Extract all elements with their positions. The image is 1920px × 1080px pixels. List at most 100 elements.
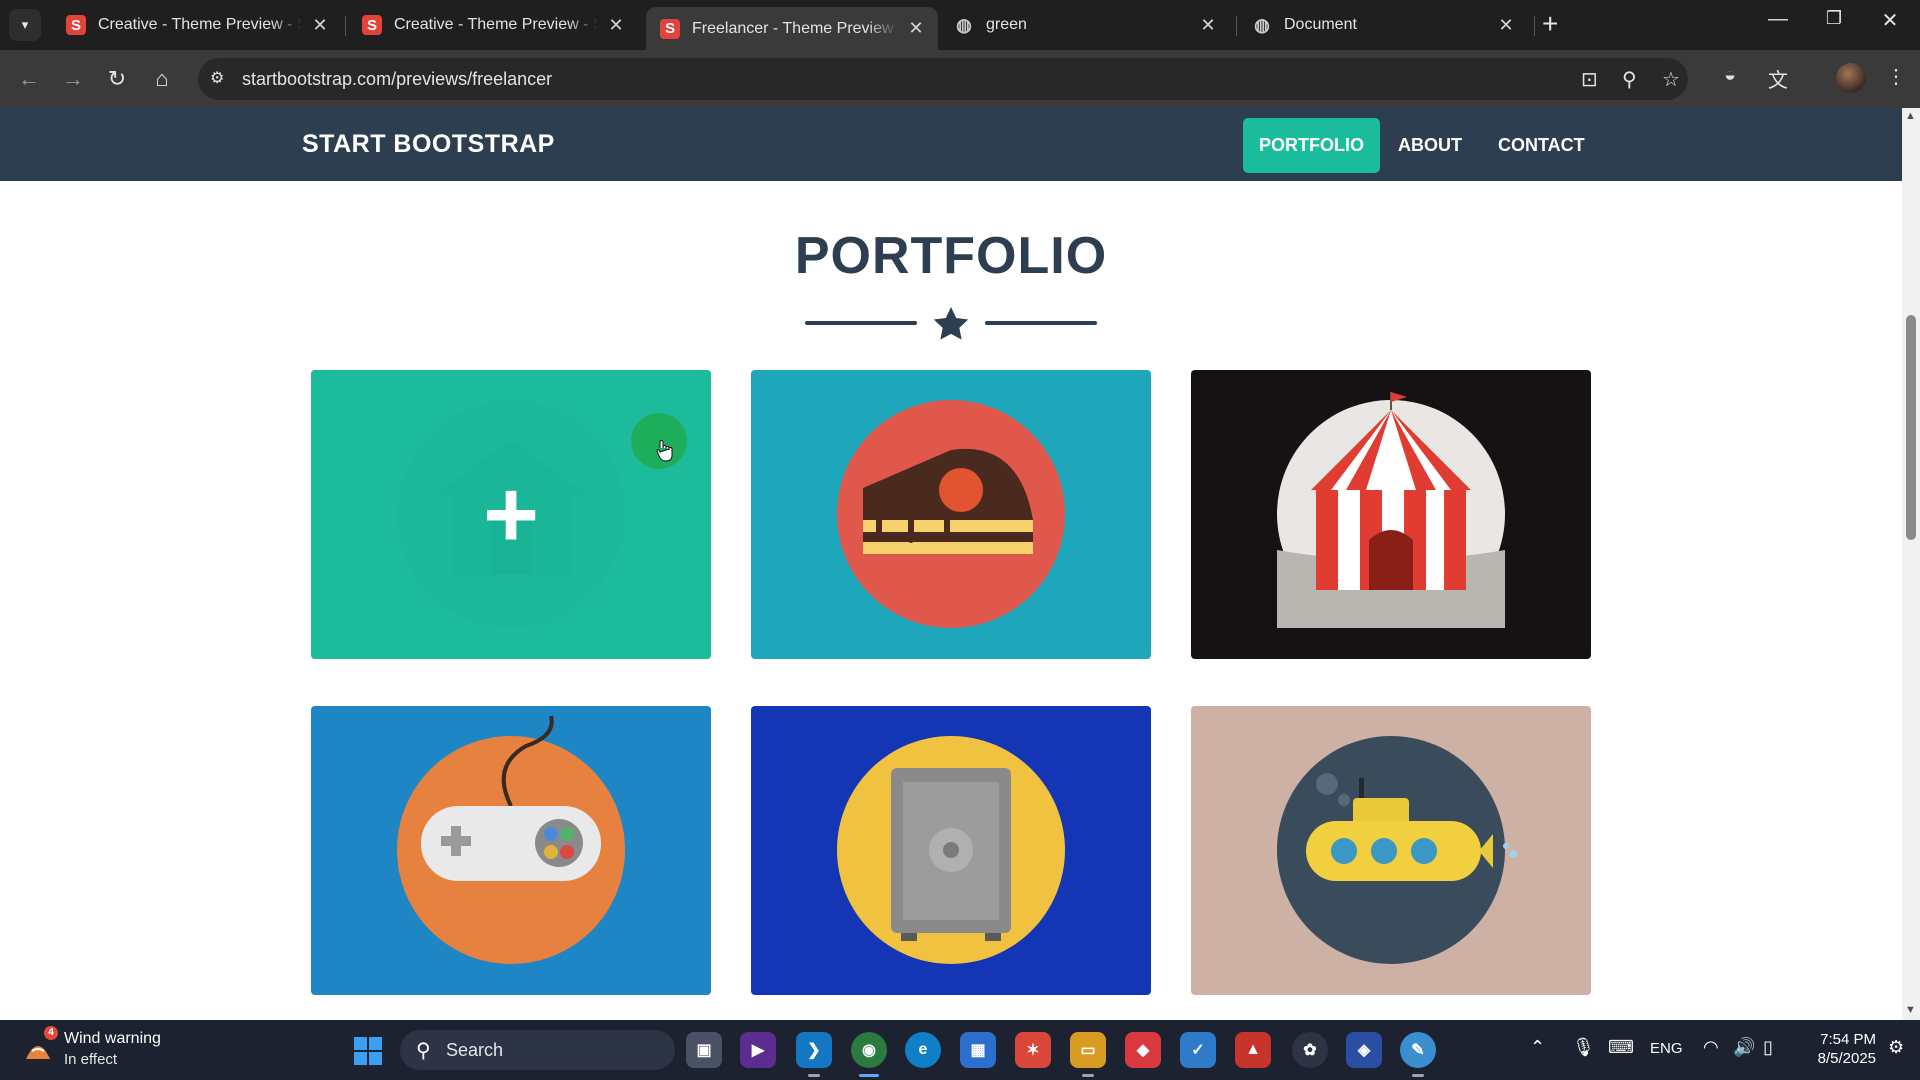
restore-icon[interactable]: ❐ — [1814, 8, 1854, 29]
bookmark-star-icon[interactable]: ☆ — [1662, 67, 1680, 92]
chatgpt-icon[interactable]: ✿ — [1292, 1032, 1328, 1068]
minimize-icon[interactable]: — — [1758, 8, 1798, 31]
close-tab-icon[interactable]: ✕ — [906, 18, 926, 39]
git-client-icon[interactable]: ✶ — [1015, 1032, 1051, 1068]
home-icon[interactable]: ⌂ — [147, 64, 177, 94]
translate-icon[interactable]: 文 — [1768, 64, 1788, 93]
microsoft-store-icon[interactable]: ▦ — [960, 1032, 996, 1068]
paint-icon[interactable]: ✎ — [1400, 1032, 1436, 1077]
portfolio-item-cake[interactable] — [751, 370, 1151, 659]
nav-link-about[interactable]: ABOUT — [1382, 118, 1478, 173]
browser-tab-3-active[interactable]: S Freelancer - Theme Preview - Start Boo… — [646, 7, 938, 50]
close-tab-icon[interactable]: ✕ — [1198, 15, 1218, 36]
cake-illustration — [837, 400, 1065, 628]
browser-tab-1[interactable]: S Creative - Theme Preview - Start Boots… — [52, 7, 342, 43]
clock-time: 7:54 PM — [1820, 1031, 1876, 1048]
close-window-icon[interactable]: ✕ — [1870, 8, 1910, 33]
globe-icon: ◍ — [956, 14, 972, 35]
tab-title: Document — [1284, 16, 1357, 33]
language-indicator[interactable]: ENG — [1650, 1040, 1683, 1057]
taskbar-search[interactable]: ⚲ Search — [400, 1030, 675, 1070]
chrome-icon[interactable]: ◉ — [851, 1032, 887, 1077]
scrollbar-thumb[interactable] — [1906, 315, 1916, 540]
site-info-icon[interactable]: ⚙ — [210, 68, 224, 88]
windows-start-icon[interactable] — [354, 1037, 382, 1065]
star-icon — [933, 307, 969, 340]
portfolio-item-circus[interactable] — [1191, 370, 1591, 659]
battery-icon[interactable]: ▯ — [1763, 1037, 1773, 1058]
browser-tab-2[interactable]: S Creative - Theme Preview - Start Boots… — [348, 7, 638, 43]
browser-tab-5[interactable]: ◍ Document ✕ — [1238, 7, 1528, 43]
site-brand[interactable]: START BOOTSTRAP — [302, 130, 555, 159]
weather-subtitle[interactable]: In effect — [64, 1051, 117, 1068]
submarine-illustration — [1277, 736, 1517, 964]
divider-line-right — [985, 321, 1097, 325]
circus-tent-illustration — [1277, 392, 1505, 628]
search-icon: ⚲ — [416, 1040, 431, 1062]
incognito-icon[interactable]: ◒ — [1724, 64, 1736, 87]
weather-title[interactable]: Wind warning — [64, 1030, 161, 1048]
portfolio-item-game[interactable] — [311, 706, 711, 995]
tab-title: Freelancer - Theme Preview - Start Boots… — [692, 19, 898, 37]
close-tab-icon[interactable]: ✕ — [606, 15, 626, 36]
forward-icon[interactable]: → — [58, 64, 88, 94]
install-app-icon[interactable]: ⊡ — [1581, 67, 1598, 92]
visual-studio-icon[interactable]: ▶ — [740, 1032, 776, 1068]
volume-icon[interactable]: 🔊 — [1733, 1037, 1755, 1058]
site-navbar: START BOOTSTRAP PORTFOLIO ABOUT CONTACT — [0, 108, 1902, 181]
notification-icon[interactable]: ⚙ — [1888, 1037, 1904, 1058]
portfolio-item-submarine[interactable] — [1191, 706, 1591, 995]
vscode-icon[interactable]: ❯ — [796, 1032, 832, 1077]
anydesk-icon[interactable]: ◆ — [1125, 1032, 1161, 1068]
vectr-icon[interactable]: ✓ — [1180, 1032, 1216, 1068]
tab-search-button[interactable]: ▾ — [9, 9, 41, 41]
scroll-down-icon[interactable]: ▼ — [1905, 1004, 1916, 1016]
tab-separator — [1236, 16, 1237, 36]
browser-tab-bar: ▾ S Creative - Theme Preview - Start Boo… — [0, 0, 1920, 50]
game-controller-illustration — [397, 715, 625, 964]
tab-title: Creative - Theme Preview - Start Bootstr… — [394, 16, 598, 33]
wifi-icon[interactable]: ◠ — [1703, 1037, 1719, 1058]
url-text[interactable]: startbootstrap.com/previews/freelancer — [242, 69, 552, 90]
page-viewport: START BOOTSTRAP PORTFOLIO ABOUT CONTACT … — [0, 108, 1902, 1020]
menu-kebab-icon[interactable]: ⋮ — [1886, 64, 1906, 89]
tab-title: green — [986, 16, 1027, 33]
page-scrollbar[interactable]: ▲ ▼ — [1902, 108, 1920, 1020]
tab-separator — [1534, 16, 1535, 36]
clock-date: 8/5/2025 — [1817, 1050, 1876, 1067]
show-hidden-icons-icon[interactable]: ⌃ — [1530, 1037, 1545, 1058]
zoom-icon[interactable]: ⚲ — [1622, 67, 1637, 92]
startbootstrap-favicon-icon: S — [362, 15, 382, 35]
close-tab-icon[interactable]: ✕ — [310, 15, 330, 36]
task-view-icon[interactable]: ▣ — [686, 1032, 722, 1068]
file-explorer-icon[interactable]: ▭ — [1070, 1032, 1106, 1077]
startbootstrap-favicon-icon: S — [66, 15, 86, 35]
browser-tab-4[interactable]: ◍ green ✕ — [940, 7, 1230, 43]
nav-link-portfolio[interactable]: PORTFOLIO — [1243, 118, 1380, 173]
app-shield-icon[interactable]: ◈ — [1346, 1032, 1382, 1068]
mouse-pointer-icon — [656, 440, 673, 462]
plus-icon: + — [482, 460, 540, 568]
portfolio-item-safe[interactable] — [751, 706, 1151, 995]
weather-badge: 4 — [44, 1026, 58, 1040]
edge-icon[interactable]: e — [905, 1032, 941, 1068]
close-tab-icon[interactable]: ✕ — [1496, 15, 1516, 36]
globe-icon: ◍ — [1254, 14, 1270, 35]
scroll-up-icon[interactable]: ▲ — [1905, 110, 1916, 122]
search-label: Search — [446, 1040, 504, 1060]
office-icon[interactable]: ▲ — [1235, 1032, 1271, 1068]
reload-icon[interactable]: ↻ — [102, 64, 132, 94]
star-divider — [805, 304, 1097, 344]
new-tab-button[interactable]: + — [1542, 10, 1558, 38]
tab-separator — [345, 16, 346, 36]
nav-link-contact[interactable]: CONTACT — [1482, 118, 1601, 173]
keyboard-icon[interactable]: ⌨ — [1608, 1037, 1634, 1058]
address-bar[interactable]: ⚙ startbootstrap.com/previews/freelancer… — [198, 58, 1688, 100]
back-icon[interactable]: ← — [14, 64, 44, 94]
windows-taskbar: 4 Wind warning In effect ⚲ Search ▣ ▶ ❯ … — [0, 1020, 1920, 1080]
system-clock[interactable]: 7:54 PM 8/5/2025 — [1800, 1030, 1876, 1068]
microphone-icon[interactable]: 🎙 — [1572, 1037, 1595, 1058]
safe-illustration — [837, 736, 1065, 964]
profile-avatar[interactable] — [1836, 63, 1866, 93]
startbootstrap-favicon-icon: S — [660, 18, 680, 39]
